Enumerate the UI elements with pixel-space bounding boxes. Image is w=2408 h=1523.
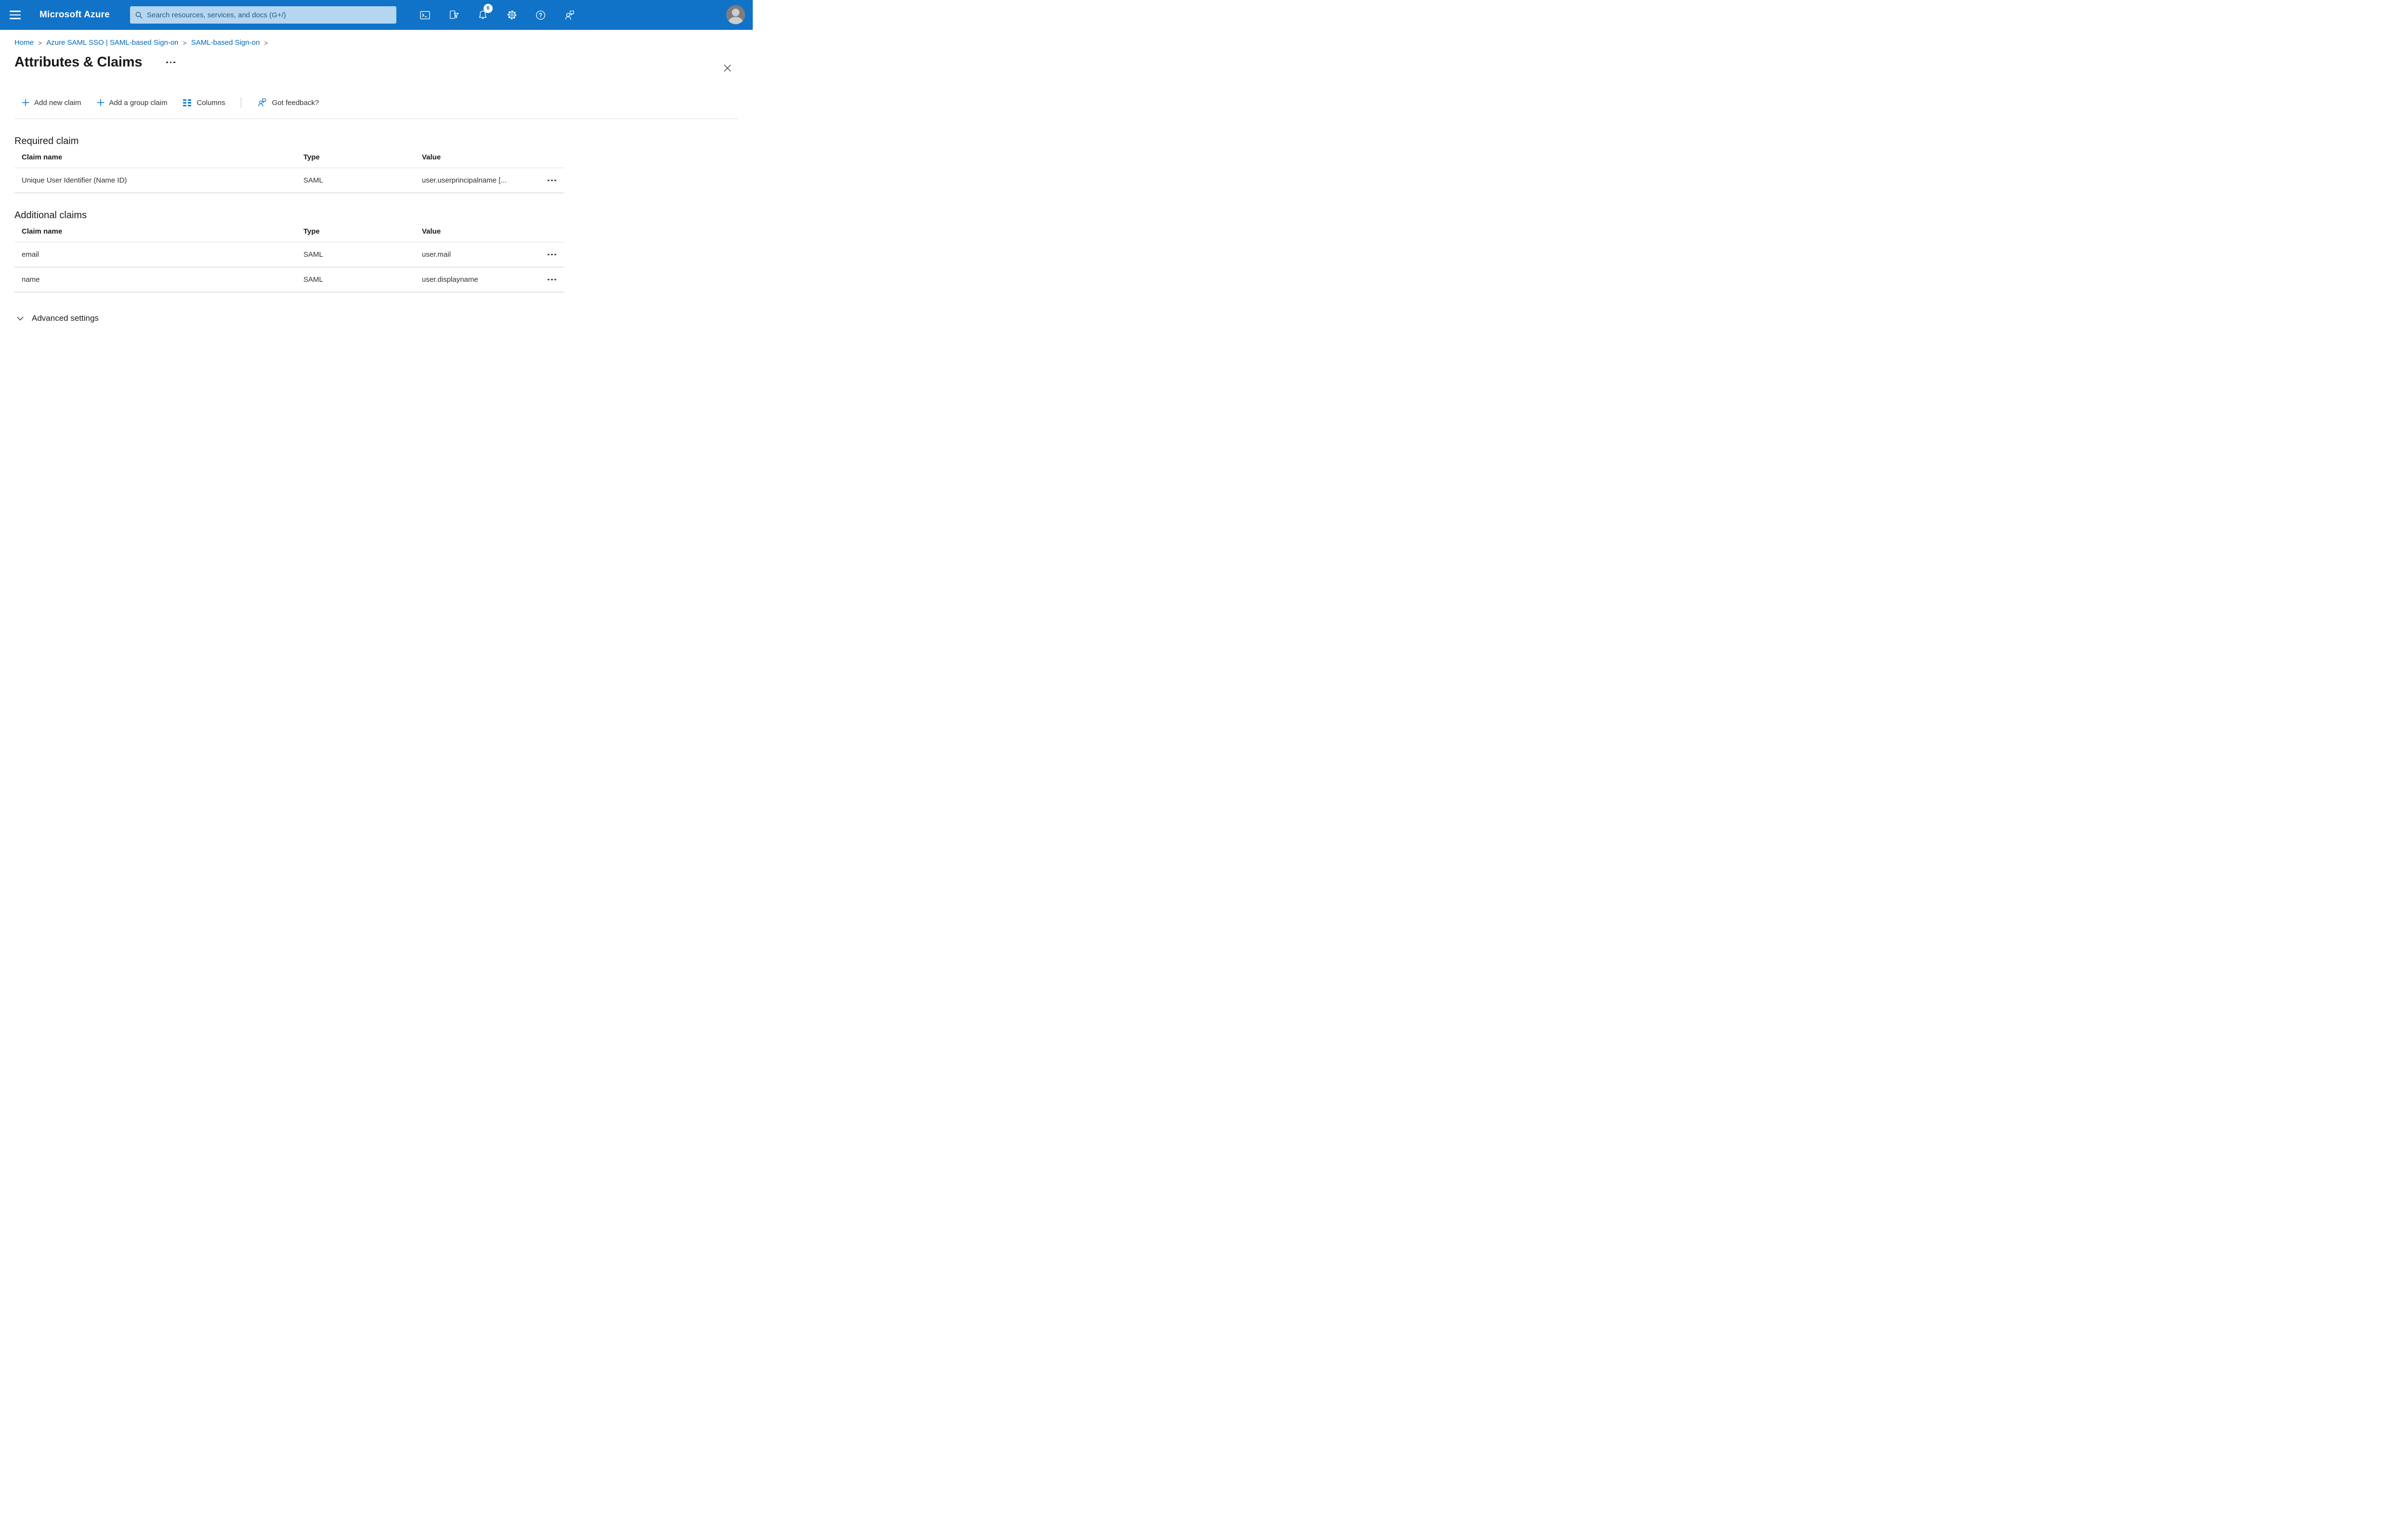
table-row[interactable]: Unique User Identifier (Name ID) SAML us… — [14, 168, 564, 193]
close-blade-button[interactable] — [721, 62, 733, 74]
hamburger-menu-button[interactable] — [10, 8, 26, 22]
got-feedback-button[interactable]: Got feedback? — [257, 97, 319, 108]
got-feedback-label: Got feedback? — [272, 98, 319, 107]
table-header-row: Claim name Type Value — [14, 221, 564, 242]
add-new-claim-button[interactable]: Add new claim — [22, 99, 81, 107]
table-row[interactable]: email SAML user.mail — [14, 242, 564, 267]
feedback-person-icon — [565, 10, 575, 20]
page-title: Attributes & Claims — [14, 54, 143, 70]
column-header-value: Value — [422, 153, 441, 161]
required-claim-table: Claim name Type Value Unique User Identi… — [14, 147, 564, 193]
top-bar: Microsoft Azure 6 — [0, 0, 753, 30]
claim-value-cell: user.displayname — [422, 276, 478, 284]
claim-name-cell[interactable]: name — [14, 276, 303, 284]
row-context-menu-button[interactable] — [546, 176, 558, 185]
cloud-shell-button[interactable] — [415, 4, 436, 26]
notification-count-badge: 6 — [483, 4, 493, 13]
column-header-type: Type — [303, 153, 320, 161]
add-group-claim-button[interactable]: Add a group claim — [97, 98, 168, 107]
required-claim-heading: Required claim — [14, 136, 79, 146]
settings-button[interactable] — [501, 4, 523, 26]
settings-gear-icon — [507, 11, 516, 19]
plus-icon — [22, 99, 29, 106]
column-header-claim-name: Claim name — [22, 153, 63, 161]
columns-label: Columns — [196, 98, 225, 107]
row-context-menu-button[interactable] — [546, 250, 558, 259]
breadcrumb-separator: > — [183, 39, 187, 47]
search-icon — [135, 12, 143, 18]
search-input[interactable] — [146, 11, 392, 19]
claim-name-cell[interactable]: Unique User Identifier (Name ID) — [14, 176, 303, 184]
breadcrumb-app-signon[interactable]: Azure SAML SSO | SAML-based Sign-on — [46, 39, 178, 47]
filter-icon — [450, 10, 459, 19]
help-icon: ? — [536, 10, 546, 20]
claim-value-cell: user.userprincipalname [... — [422, 176, 507, 184]
breadcrumb-saml-signon[interactable]: SAML-based Sign-on — [191, 39, 260, 47]
claim-type-cell: SAML — [303, 176, 323, 184]
columns-icon — [183, 99, 192, 106]
breadcrumb-home[interactable]: Home — [14, 39, 34, 47]
plus-icon — [97, 99, 104, 106]
breadcrumb-separator: > — [38, 39, 42, 47]
column-header-claim-name: Claim name — [22, 227, 63, 236]
advanced-settings-label: Advanced settings — [32, 314, 99, 323]
column-header-value: Value — [422, 227, 441, 236]
close-icon — [723, 64, 731, 72]
breadcrumb: Home > Azure SAML SSO | SAML-based Sign-… — [14, 39, 753, 47]
row-context-menu-button[interactable] — [546, 275, 558, 284]
title-overflow-button[interactable] — [163, 59, 178, 66]
table-row[interactable]: name SAML user.displayname — [14, 267, 564, 292]
avatar[interactable] — [725, 4, 746, 26]
toolbar-divider — [14, 118, 738, 119]
add-group-claim-label: Add a group claim — [109, 98, 168, 107]
svg-text:?: ? — [539, 12, 543, 18]
topbar-icon-group: 6 ? — [415, 4, 580, 26]
additional-claims-table: Claim name Type Value email SAML user.ma… — [14, 221, 564, 292]
columns-button[interactable]: Columns — [183, 99, 225, 107]
feedback-button[interactable] — [559, 4, 580, 26]
title-row: Attributes & Claims — [14, 54, 753, 70]
azure-brand[interactable]: Microsoft Azure — [39, 10, 110, 20]
chevron-down-icon — [17, 316, 24, 321]
command-bar: Add new claim Add a group claim Columns … — [22, 94, 753, 111]
notifications-button[interactable]: 6 — [472, 4, 494, 26]
claim-value-cell: user.mail — [422, 250, 451, 259]
table-header-row: Claim name Type Value — [14, 147, 564, 168]
claim-type-cell: SAML — [303, 250, 323, 259]
breadcrumb-separator: > — [264, 39, 268, 47]
cloud-shell-icon — [420, 11, 430, 19]
add-new-claim-label: Add new claim — [34, 98, 81, 107]
column-header-type: Type — [303, 227, 320, 236]
help-button[interactable]: ? — [530, 4, 551, 26]
global-search[interactable] — [130, 6, 396, 24]
claim-name-cell[interactable]: email — [14, 250, 303, 259]
additional-claims-heading: Additional claims — [14, 210, 87, 221]
feedback-person-icon — [258, 98, 266, 106]
claim-type-cell: SAML — [303, 276, 323, 284]
advanced-settings-toggle[interactable]: Advanced settings — [15, 314, 753, 323]
directory-filter-button[interactable] — [444, 4, 465, 26]
